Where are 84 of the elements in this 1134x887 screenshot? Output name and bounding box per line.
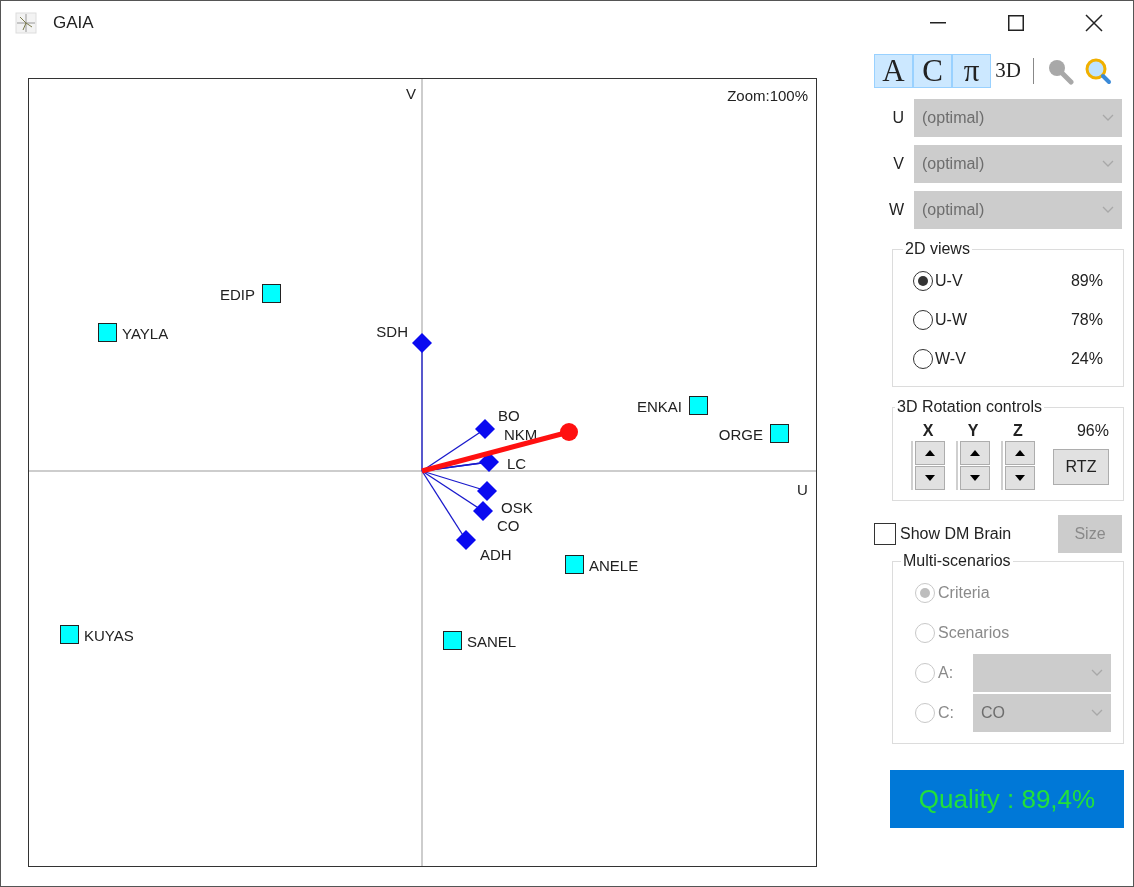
up-arrow-icon bbox=[1015, 450, 1025, 456]
rotate-up-button[interactable] bbox=[915, 441, 945, 465]
maximize-icon bbox=[1008, 15, 1024, 31]
criterion-label: CO bbox=[497, 516, 520, 536]
criterion-label: ADH bbox=[480, 545, 512, 565]
up-arrow-icon bbox=[925, 450, 935, 456]
alternative-marker bbox=[770, 424, 789, 443]
axis-selector-label: W bbox=[887, 200, 904, 220]
alternative-label: ANELE bbox=[589, 556, 639, 576]
checkbox[interactable] bbox=[874, 523, 896, 545]
alternative-label: SANEL bbox=[467, 632, 517, 652]
criterion-label: NKM bbox=[504, 425, 538, 445]
alternative-marker bbox=[262, 284, 281, 303]
scenario-option-label: C: bbox=[938, 703, 954, 723]
axis-label: U bbox=[797, 480, 808, 500]
rotation-axis-label: Y bbox=[967, 421, 979, 441]
view-toggle[interactable]: π bbox=[952, 54, 991, 88]
group-title: Multi-scenarios bbox=[902, 551, 1012, 571]
view-option-label: U-W bbox=[935, 309, 967, 330]
scenario-option-label: Scenarios bbox=[938, 623, 1010, 643]
alternative-marker bbox=[565, 555, 584, 574]
alternative-label: EDIP bbox=[220, 285, 255, 305]
rotate-down-button[interactable] bbox=[960, 466, 990, 490]
rotate-up-button[interactable] bbox=[1005, 441, 1035, 465]
view-toggle[interactable]: 3D bbox=[991, 54, 1025, 88]
reset-button[interactable]: RTZ bbox=[1053, 449, 1109, 485]
up-arrow-icon bbox=[970, 450, 980, 456]
axis-selector-label: U bbox=[891, 108, 904, 128]
axis-label: V bbox=[406, 84, 416, 104]
criterion-label: LC bbox=[507, 454, 527, 474]
zoom-label: Zoom:100% bbox=[727, 86, 808, 106]
alternative-label: ORGE bbox=[718, 425, 763, 445]
alternative-marker bbox=[60, 625, 79, 644]
alternative-label: KUYAS bbox=[84, 626, 134, 646]
window-title: GAIA bbox=[53, 12, 94, 35]
scenario-option-label: Criteria bbox=[938, 583, 990, 603]
rotation-percent: 96% bbox=[1076, 421, 1109, 441]
rotate-up-button[interactable] bbox=[960, 441, 990, 465]
down-arrow-icon bbox=[1015, 475, 1025, 481]
criterion-label: SDH bbox=[376, 322, 408, 342]
view-percent: 24% bbox=[1070, 348, 1103, 369]
criterion-label: BO bbox=[498, 406, 520, 426]
chevron-icon bbox=[1091, 669, 1103, 677]
down-arrow-icon bbox=[925, 475, 935, 481]
alternative-label: ENKAI bbox=[637, 397, 682, 417]
close-icon bbox=[1085, 14, 1103, 32]
chevron-icon bbox=[1102, 114, 1114, 122]
scenario-option-label: A: bbox=[938, 663, 954, 683]
app-icon bbox=[15, 12, 37, 34]
group-title: 3D Rotation controls bbox=[896, 397, 1043, 417]
criterion-marker bbox=[475, 419, 495, 439]
view-option-label: W-V bbox=[935, 348, 966, 369]
minimize-icon bbox=[930, 22, 946, 24]
radio-button[interactable] bbox=[913, 348, 933, 369]
criterion-marker bbox=[479, 452, 499, 472]
axis-selector-label: V bbox=[892, 154, 904, 174]
criterion-marker bbox=[473, 501, 493, 521]
chevron-icon bbox=[1102, 160, 1114, 168]
view-percent: 78% bbox=[1070, 309, 1103, 330]
checkbox-label: Show DM Brain bbox=[900, 524, 1012, 544]
radio-button[interactable] bbox=[913, 270, 933, 291]
group-title: 2D views bbox=[904, 239, 971, 259]
chevron-icon bbox=[1102, 206, 1114, 214]
criterion-marker bbox=[456, 530, 476, 550]
radio-button[interactable] bbox=[913, 309, 933, 330]
down-arrow-icon bbox=[970, 475, 980, 481]
view-toggle[interactable]: A bbox=[874, 54, 913, 88]
alternative-marker bbox=[443, 631, 462, 650]
criterion-label: OSK bbox=[501, 498, 533, 518]
rotation-axis-label: Z bbox=[1013, 421, 1023, 441]
rotation-axis-label: X bbox=[922, 421, 934, 441]
quality-banner: Quality : 89,4% bbox=[890, 770, 1124, 828]
alternative-marker bbox=[98, 323, 117, 342]
criterion-marker bbox=[477, 481, 497, 501]
alternative-marker bbox=[689, 396, 708, 415]
view-percent: 89% bbox=[1070, 270, 1103, 291]
view-option-label: U-V bbox=[935, 270, 963, 291]
magnifier-icon[interactable] bbox=[1084, 57, 1112, 85]
view-toggle[interactable]: C bbox=[913, 54, 952, 88]
criterion-marker bbox=[412, 333, 432, 353]
rotate-down-button[interactable] bbox=[915, 466, 945, 490]
chevron-icon bbox=[1091, 709, 1103, 717]
alternative-label: YAYLA bbox=[122, 324, 169, 344]
rotate-down-button[interactable] bbox=[1005, 466, 1035, 490]
